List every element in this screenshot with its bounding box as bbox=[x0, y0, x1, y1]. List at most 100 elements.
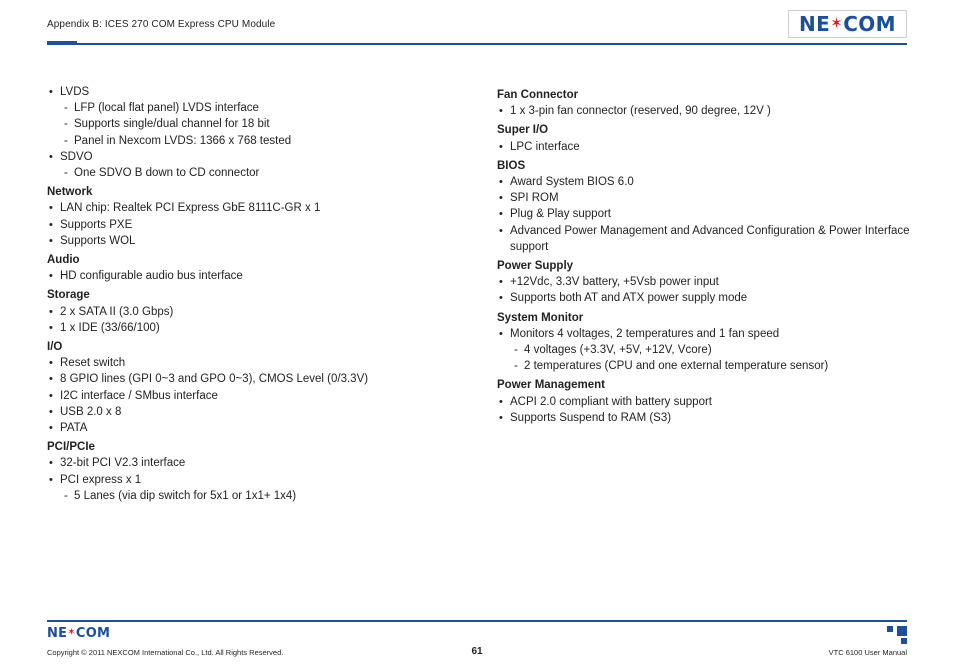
page-header: Appendix B: ICES 270 COM Express CPU Mod… bbox=[0, 0, 954, 48]
spec-list-item-text: LPC interface bbox=[510, 140, 580, 153]
spec-list-item: Supports both AT and ATX power supply mo… bbox=[497, 290, 917, 306]
spec-list: LPC interface bbox=[497, 139, 917, 155]
spec-list-item: PATA bbox=[47, 420, 467, 436]
section-heading: Storage bbox=[47, 289, 90, 302]
spec-list: 1 x 3-pin fan connector (reserved, 90 de… bbox=[497, 103, 917, 119]
spec-list-item: PCI express x 1 5 Lanes (via dip switch f… bbox=[47, 472, 467, 505]
spec-list-item: SDVO One SDVO B down to CD connector bbox=[47, 149, 467, 182]
spec-list-item-text: 1 x IDE (33/66/100) bbox=[60, 321, 160, 334]
spec-list: Award System BIOS 6.0 SPI ROM Plug & Play … bbox=[497, 174, 917, 255]
section-heading: Super I/O bbox=[497, 124, 549, 137]
spec-list-item-text: LAN chip: Realtek PCI Express GbE 8111C-… bbox=[60, 202, 321, 215]
section-heading: BIOS bbox=[497, 159, 526, 172]
spec-sublist-item: 2 temperatures (CPU and one external tem… bbox=[510, 358, 917, 374]
spec-list: Monitors 4 voltages, 2 temperatures and … bbox=[497, 326, 917, 375]
spec-list: LVDS LFP (local flat panel) LVDS interfac… bbox=[47, 84, 467, 181]
nexcom-logo: NE ✶ COM bbox=[788, 10, 907, 38]
footer-logo-suffix: COM bbox=[75, 626, 111, 641]
spec-list-item: 32-bit PCI V2.3 interface bbox=[47, 455, 467, 471]
spec-list-item: 8 GPIO lines (GPI 0~3 and GPO 0~3), CMOS… bbox=[47, 371, 467, 387]
spec-list-item-text: Reset switch bbox=[60, 357, 126, 370]
spec-sublist-item: 4 voltages (+3.3V, +5V, +12V, Vcore) bbox=[510, 342, 917, 358]
spec-list-item-text: SPI ROM bbox=[510, 192, 559, 205]
spec-list: +12Vdc, 3.3V battery, +5Vsb power input S… bbox=[497, 274, 917, 307]
header-divider bbox=[47, 43, 907, 45]
spec-list-item-text: Supports both AT and ATX power supply mo… bbox=[510, 292, 748, 305]
spec-list-item: 1 x IDE (33/66/100) bbox=[47, 320, 467, 336]
left-column: LVDS LFP (local flat panel) LVDS interfac… bbox=[47, 84, 467, 504]
spec-list-item-text: PATA bbox=[60, 422, 88, 435]
section-heading: Power Management bbox=[497, 379, 605, 392]
logo-suffix: COM bbox=[843, 12, 896, 36]
section-heading: System Monitor bbox=[497, 311, 584, 324]
section-heading: Fan Connector bbox=[497, 89, 579, 101]
right-column: Fan Connector 1 x 3-pin fan connector (re… bbox=[497, 84, 917, 426]
section-heading: Network bbox=[47, 186, 93, 199]
spec-sublist: LFP (local flat panel) LVDS interfaceSup… bbox=[60, 100, 467, 149]
spec-sublist-item: Panel in Nexcom LVDS: 1366 x 768 tested bbox=[60, 133, 467, 149]
spec-list-item: Advanced Power Management and Advanced C… bbox=[497, 223, 917, 255]
spec-list-item-text: Supports PXE bbox=[60, 218, 133, 231]
spec-list-item: I2C interface / SMbus interface bbox=[47, 388, 467, 404]
section-heading: PCI/PCIe bbox=[47, 441, 95, 454]
spec-sublist: 4 voltages (+3.3V, +5V, +12V, Vcore)2 te… bbox=[510, 342, 917, 375]
header-divider-accent bbox=[47, 41, 77, 45]
spec-list-item-text: Advanced Power Management and Advanced C… bbox=[510, 224, 910, 253]
spec-list: ACPI 2.0 compliant with battery support S… bbox=[497, 394, 917, 427]
spec-list: HD configurable audio bus interface bbox=[47, 268, 467, 284]
spec-list-item: Award System BIOS 6.0 bbox=[497, 174, 917, 190]
spec-list-item-text: 32-bit PCI V2.3 interface bbox=[60, 457, 186, 470]
footer-decoration-square-medium bbox=[887, 626, 893, 632]
spec-list: Reset switch 8 GPIO lines (GPI 0~3 and GP… bbox=[47, 355, 467, 436]
spec-list-item: ACPI 2.0 compliant with battery support bbox=[497, 394, 917, 410]
section-heading: I/O bbox=[47, 341, 63, 354]
logo-star-icon: ✶ bbox=[830, 13, 844, 32]
spec-list-item: USB 2.0 x 8 bbox=[47, 404, 467, 420]
header-title: Appendix B: ICES 270 COM Express CPU Mod… bbox=[47, 19, 276, 30]
spec-list-item-text: Supports Suspend to RAM (S3) bbox=[510, 411, 672, 424]
spec-list-item: Reset switch bbox=[47, 355, 467, 371]
spec-list-item-text: Award System BIOS 6.0 bbox=[510, 176, 634, 189]
spec-list-item: Supports PXE bbox=[47, 217, 467, 233]
spec-list-item-text: 1 x 3-pin fan connector (reserved, 90 de… bbox=[510, 105, 771, 118]
spec-list-item: LPC interface bbox=[497, 139, 917, 155]
spec-list-item-text: HD configurable audio bus interface bbox=[60, 270, 243, 283]
spec-list-item-text: Plug & Play support bbox=[510, 208, 612, 221]
spec-list-item: Supports WOL bbox=[47, 233, 467, 249]
spec-list-item: LAN chip: Realtek PCI Express GbE 8111C-… bbox=[47, 200, 467, 216]
footer-decoration-square-small bbox=[901, 638, 907, 644]
spec-list-item: LVDS LFP (local flat panel) LVDS interfac… bbox=[47, 84, 467, 149]
nexcom-logo-text: NE ✶ COM bbox=[799, 14, 896, 34]
spec-list-item-text: Monitors 4 voltages, 2 temperatures and … bbox=[510, 327, 780, 340]
footer-divider bbox=[47, 620, 907, 622]
spec-list-item: Monitors 4 voltages, 2 temperatures and … bbox=[497, 326, 917, 375]
spec-list-item-text: Supports WOL bbox=[60, 234, 136, 247]
section-heading: Audio bbox=[47, 254, 80, 267]
footer-decoration-square-large bbox=[897, 626, 907, 636]
spec-list-item-text: USB 2.0 x 8 bbox=[60, 405, 122, 418]
spec-list-item-text: I2C interface / SMbus interface bbox=[60, 389, 218, 402]
spec-sublist-item: 5 Lanes (via dip switch for 5x1 or 1x1+ … bbox=[60, 488, 467, 504]
spec-list-item-text: 2 x SATA II (3.0 Gbps) bbox=[60, 305, 174, 318]
spec-list-item-text: PCI express x 1 bbox=[60, 473, 142, 486]
section-heading: Power Supply bbox=[497, 260, 574, 273]
spec-list-item: +12Vdc, 3.3V battery, +5Vsb power input bbox=[497, 274, 917, 290]
spec-list-item: SPI ROM bbox=[497, 190, 917, 206]
page-footer: NE ✶ COM Copyright © 2011 NEXCOM Internati… bbox=[0, 612, 954, 672]
spec-sublist-item: One SDVO B down to CD connector bbox=[60, 165, 467, 181]
spec-sublist-item: Supports single/dual channel for 18 bit bbox=[60, 116, 467, 132]
spec-sublist: 5 Lanes (via dip switch for 5x1 or 1x1+ … bbox=[60, 488, 467, 504]
spec-sublist: One SDVO B down to CD connector bbox=[60, 165, 467, 181]
spec-list-item-text: LVDS bbox=[60, 86, 90, 98]
spec-list-item: 2 x SATA II (3.0 Gbps) bbox=[47, 304, 467, 320]
footer-logo-prefix: NE bbox=[47, 626, 68, 641]
spec-list-item: HD configurable audio bus interface bbox=[47, 268, 467, 284]
spec-list-item-text: ACPI 2.0 compliant with battery support bbox=[510, 395, 712, 408]
footer-nexcom-logo: NE ✶ COM bbox=[47, 626, 110, 641]
footer-logo-star-icon: ✶ bbox=[67, 626, 76, 638]
spec-list-item-text: SDVO bbox=[60, 150, 93, 163]
spec-list: 2 x SATA II (3.0 Gbps) 1 x IDE (33/66/100… bbox=[47, 304, 467, 337]
spec-list-item: Plug & Play support bbox=[497, 206, 917, 222]
footer-manual-title: VTC 6100 User Manual bbox=[828, 648, 907, 657]
spec-list: 32-bit PCI V2.3 interface PCI express x 1… bbox=[47, 455, 467, 504]
